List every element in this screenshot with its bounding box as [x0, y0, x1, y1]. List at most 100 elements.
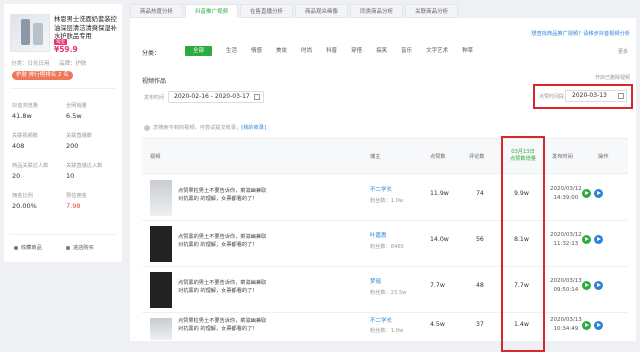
- collect-product-button[interactable]: 收藏商品: [14, 244, 42, 251]
- product-image[interactable]: [10, 14, 50, 52]
- col-comments[interactable]: 评论数: [469, 153, 485, 160]
- table-row[interactable]: 点赞果粒男土不要告诉你，菜滋幽兼取对抗黑的 的理解，女票都看的了！ 不二学长 粉…: [142, 313, 628, 341]
- comments-value: 74: [476, 190, 484, 197]
- author-link[interactable]: 不二学长: [370, 316, 392, 324]
- video-caption[interactable]: 点赞黑的男土不要告诉你，菜滋幽兼取对抗黑的 的理解，女票都看的了！: [178, 233, 268, 249]
- stat-value: 20: [12, 172, 21, 180]
- stat-value: 20.00%: [12, 202, 37, 210]
- main-panel: 想查找商品推广视频？请移步抖音视频分析 分类： 全部 生活 情感 美妆 时尚 科…: [130, 18, 636, 352]
- tab-item[interactable]: 关联商品分析: [405, 4, 459, 18]
- video-caption[interactable]: 点赞黑的男土不要告诉你，菜滋幽兼取对抗黑的 的理解，女票都看的了！: [178, 279, 268, 295]
- category-item[interactable]: 生活: [226, 46, 237, 56]
- help-link[interactable]: 想查找商品推广视频？请移步抖音视频分析: [531, 30, 630, 37]
- date-range-label: 发布时间: [144, 95, 165, 101]
- rank-badge[interactable]: 护肤 排行榜排名 2 名: [12, 71, 73, 80]
- video-thumbnail[interactable]: [150, 318, 172, 340]
- play-icon[interactable]: [582, 321, 591, 330]
- collect-icon: [14, 245, 18, 250]
- product-category: 分类：日化日用: [11, 61, 50, 67]
- play-icon[interactable]: [582, 281, 591, 290]
- category-more-button[interactable]: 更多: [618, 48, 628, 55]
- category-item[interactable]: 文字艺术: [426, 46, 448, 56]
- highlight-frame-date: 点赞时间段 2020-03-13: [533, 84, 633, 109]
- calendar-icon: [618, 93, 624, 99]
- tab-item[interactable]: 同类商品分析: [350, 4, 404, 18]
- open-icon[interactable]: [594, 189, 603, 198]
- stat-value: 6.5w: [66, 112, 82, 120]
- publish-time: 2020/03/13 10:34:49: [550, 317, 582, 332]
- category-item[interactable]: 科普: [326, 46, 337, 56]
- publish-time: 2020/03/12 11:32:13: [550, 232, 582, 247]
- table-row[interactable]: 点赞黑的男土不要告诉你，菜滋幽兼取对抗黑的 的理解，女票都看的了！ 叶嘉惠 粉丝…: [142, 221, 628, 267]
- author-fans: 粉丝数：6465: [370, 244, 404, 250]
- stat-value: 41.8w: [12, 112, 32, 120]
- category-filter: 全部 生活 情感 美妆 时尚 科普 穿搭 搞笑 音乐 文字艺术 种草: [185, 46, 487, 56]
- product-card: 林恩男士洗面奶套装控油深层清洁清爽保湿补水护肤品专用 淘宝 ¥59.9 分类：日…: [4, 4, 122, 262]
- stat-label: 预估佣金: [66, 193, 87, 199]
- video-caption[interactable]: 点赞果粒男土不要告诉你，菜滋幽兼取对抗黑的 的理解，女票都看的了！: [178, 187, 268, 203]
- open-icon[interactable]: [594, 321, 603, 330]
- category-item[interactable]: 时尚: [301, 46, 312, 56]
- category-item[interactable]: 穿搭: [351, 46, 362, 56]
- video-thumbnail[interactable]: [150, 226, 172, 262]
- tab-item-active[interactable]: 抖音推广视频: [185, 4, 239, 18]
- author-link[interactable]: 叶嘉惠: [370, 231, 387, 239]
- author-link[interactable]: 不二学长: [370, 185, 392, 193]
- category-item[interactable]: 搞笑: [376, 46, 387, 56]
- tab-item[interactable]: 商品热度分析: [130, 4, 184, 18]
- likes-value: 7.7w: [430, 282, 445, 289]
- comments-value: 56: [476, 236, 484, 243]
- stat-value: 10: [66, 172, 75, 180]
- section-title: 视频作品: [142, 78, 167, 85]
- highlight-frame-daily-column: [501, 136, 545, 352]
- table-row[interactable]: 点赞黑的男土不要告诉你，菜滋幽兼取对抗黑的 的理解，女票都看的了！ 梦瑶 粉丝数…: [142, 267, 628, 313]
- stat-label: 关联直播数: [66, 133, 92, 139]
- tip-text: 您搜索不到的视频，可尝试提交收录，[我的收录]: [144, 124, 266, 131]
- stat-label: 关联视频数: [12, 133, 38, 139]
- tab-bar: 商品热度分析 抖音推广视频 在售直播分析 商品观众画像 同类商品分析 关联商品分…: [130, 4, 636, 18]
- video-caption[interactable]: 点赞果粒男土不要告诉你，菜滋幽兼取对抗黑的 的理解，女票都看的了！: [178, 317, 268, 333]
- date-range-picker[interactable]: 2020-02-16 - 2020-03-17: [168, 91, 264, 103]
- author-fans: 粉丝数：23.5w: [370, 290, 407, 296]
- calendar-icon: [254, 94, 260, 100]
- stat-label: 全网销量: [66, 103, 87, 109]
- category-item[interactable]: 音乐: [401, 46, 412, 56]
- open-icon[interactable]: [594, 235, 603, 244]
- play-icon[interactable]: [582, 189, 591, 198]
- product-price: ¥59.9: [54, 45, 78, 54]
- stat-label: 佣金比例: [12, 193, 33, 199]
- col-video: 视频: [150, 154, 161, 160]
- stat-value: 7.98: [66, 202, 81, 210]
- publish-time: 2020/03/12 14:39:00: [550, 186, 582, 201]
- comments-value: 37: [476, 321, 484, 328]
- author-link[interactable]: 梦瑶: [370, 277, 381, 285]
- deleted-videos-checkbox[interactable]: 开启已删除视频: [595, 74, 630, 81]
- video-thumbnail[interactable]: [150, 272, 172, 308]
- video-thumbnail[interactable]: [150, 180, 172, 216]
- shop-button[interactable]: 进店购买: [66, 244, 94, 251]
- category-item[interactable]: 美妆: [276, 46, 287, 56]
- col-actions: 操作: [598, 154, 609, 160]
- stat-label: 关联直播达人数: [66, 163, 103, 169]
- tab-item[interactable]: 在售直播分析: [240, 4, 294, 18]
- col-publish-time[interactable]: 发布时间: [552, 153, 573, 160]
- product-brand: 品牌：护肤: [59, 61, 87, 67]
- daily-date-label: 点赞时间段: [539, 94, 565, 100]
- shop-icon: [66, 245, 70, 250]
- open-icon[interactable]: [594, 281, 603, 290]
- author-fans: 粉丝数：1.0w: [370, 328, 404, 334]
- product-title[interactable]: 林恩男士洗面奶套装控油深层清洁清爽保湿补水护肤品专用: [54, 16, 120, 42]
- category-item[interactable]: 种草: [462, 46, 473, 56]
- daily-date-picker[interactable]: 2020-03-13: [565, 90, 627, 102]
- tab-item[interactable]: 商品观众画像: [295, 4, 349, 18]
- table-row[interactable]: 点赞果粒男土不要告诉你，菜滋幽兼取对抗黑的 的理解，女票都看的了！ 不二学长 粉…: [142, 175, 628, 221]
- publish-time: 2020/03/13 09:50:14: [550, 278, 582, 293]
- category-item[interactable]: 情感: [251, 46, 262, 56]
- category-item-active[interactable]: 全部: [185, 46, 213, 56]
- author-fans: 粉丝数：1.0w: [370, 198, 404, 204]
- my-submissions-link[interactable]: [我的收录]: [241, 125, 266, 131]
- stat-label: 抖音浏览量: [12, 103, 38, 109]
- likes-value: 4.5w: [430, 321, 445, 328]
- play-icon[interactable]: [582, 235, 591, 244]
- col-likes[interactable]: 点赞数: [430, 153, 446, 160]
